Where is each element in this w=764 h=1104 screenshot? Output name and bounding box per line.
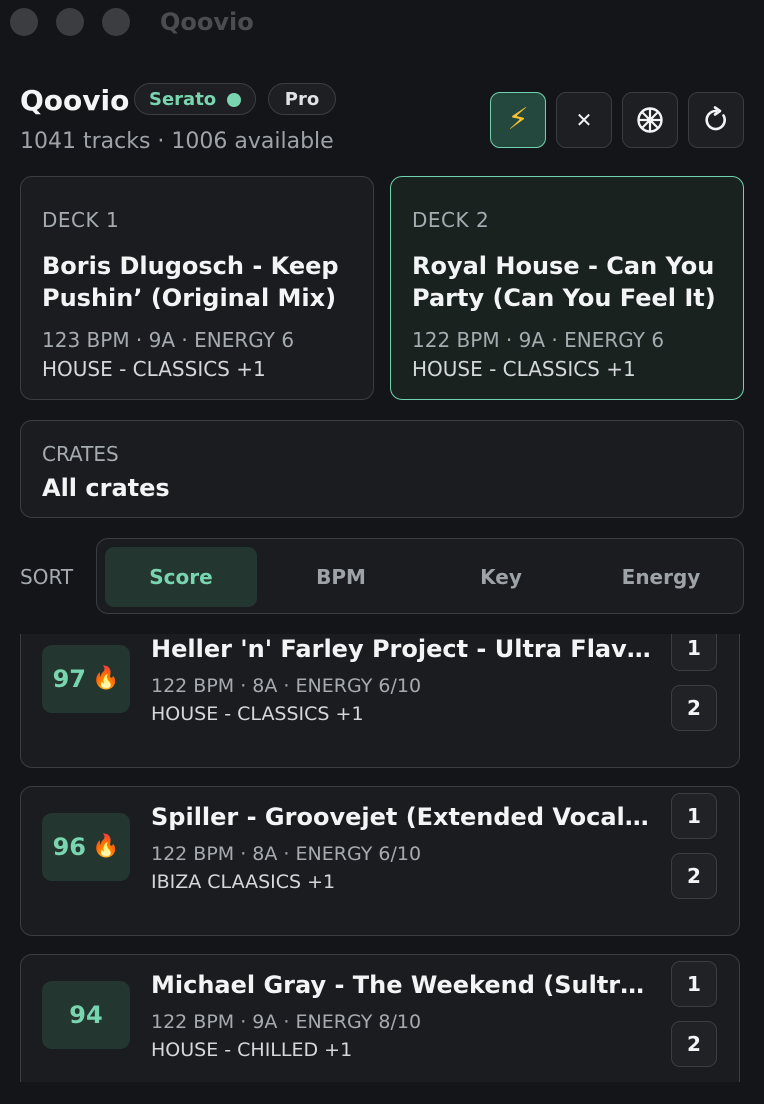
serato-status-badge[interactable]: Serato [134,83,256,115]
fire-icon: 🔥 [92,666,120,691]
track-title: Heller 'n' Farley Project - Ultra Flava … [151,635,651,663]
close-icon: ✕ [575,108,593,132]
track-crates: IBIZA CLAASICS +1 [151,871,336,893]
track-meta: 122 BPM · 8A · ENERGY 6/10 [151,675,422,697]
fire-icon: 🔥 [92,834,120,859]
sort-segmented-control: Score BPM Key Energy [96,538,744,614]
refresh-icon [705,106,726,131]
lightning-icon: ⚡ [507,102,529,137]
minimize-window-button[interactable] [56,8,84,36]
deck-track-meta: 122 BPM · 9A · ENERGY 6 [412,328,665,352]
sort-tab-energy[interactable]: Energy [585,547,737,607]
deck-1-card[interactable]: DECK 1 Boris Dlugosch - Keep Pushin’ (Or… [20,176,374,400]
match-score: 97 [52,665,86,693]
crates-label: CRATES [42,442,119,466]
window-title: Qoovio [160,8,254,36]
load-deck-2-button[interactable]: 2 [671,853,717,899]
refresh-button[interactable] [688,92,744,148]
wheel-button[interactable] [622,92,678,148]
load-deck-1-button[interactable]: 1 [671,634,717,671]
track-crates: HOUSE - CLASSICS +1 [151,703,364,725]
track-results-list[interactable]: 97 🔥 Heller 'n' Farley Project - Ultra F… [0,634,764,1082]
match-score-badge: 96 🔥 [42,813,130,881]
load-deck-2-button[interactable]: 2 [671,1021,717,1067]
library-summary: 1041 tracks · 1006 available [20,129,334,154]
connection-status-dot [227,93,241,107]
track-card[interactable]: 96 🔥 Spiller - Groovejet (Extended Vocal… [20,786,740,936]
clear-button[interactable]: ✕ [556,92,612,148]
crates-value: All crates [42,474,170,502]
track-title: Michael Gray - The Weekend (Sultra ... [151,971,651,999]
app-name: Qoovio [20,84,130,117]
crates-selector[interactable]: CRATES All crates [20,420,744,518]
match-score: 94 [69,1001,103,1029]
close-window-button[interactable] [10,8,38,36]
deck-label: DECK 1 [42,208,120,232]
track-card[interactable]: 97 🔥 Heller 'n' Farley Project - Ultra F… [20,634,740,768]
deck-label: DECK 2 [412,208,490,232]
deck-track-crates: HOUSE - CLASSICS +1 [42,357,266,381]
serato-badge-label: Serato [149,89,217,110]
deck-track-title: Boris Dlugosch - Keep Pushin’ (Original … [42,252,339,312]
match-score-badge: 94 [42,981,130,1049]
wheel-icon [637,107,663,133]
pro-badge: Pro [268,83,336,115]
track-crates: HOUSE - CHILLED +1 [151,1039,353,1061]
deck-2-card[interactable]: DECK 2 Royal House - Can You Party (Can … [390,176,744,400]
deck-track-crates: HOUSE - CLASSICS +1 [412,357,636,381]
track-card[interactable]: 94 Michael Gray - The Weekend (Sultra ..… [20,954,740,1082]
zoom-window-button[interactable] [102,8,130,36]
match-score-badge: 97 🔥 [42,645,130,713]
deck-track-meta: 123 BPM · 9A · ENERGY 6 [42,328,295,352]
load-deck-1-button[interactable]: 1 [671,961,717,1007]
deck-track-title: Royal House - Can You Party (Can You Fee… [412,252,716,312]
load-deck-2-button[interactable]: 2 [671,685,717,731]
sort-tab-key[interactable]: Key [425,547,577,607]
sort-tab-bpm[interactable]: BPM [265,547,417,607]
track-meta: 122 BPM · 9A · ENERGY 8/10 [151,1011,422,1033]
app-window: Qoovio Qoovio Serato Pro 1041 tracks · 1… [0,0,764,1104]
boost-button[interactable]: ⚡ [490,92,546,148]
load-deck-1-button[interactable]: 1 [671,793,717,839]
track-meta: 122 BPM · 8A · ENERGY 6/10 [151,843,422,865]
match-score: 96 [52,833,86,861]
track-title: Spiller - Groovejet (Extended Vocal ... [151,803,651,831]
title-bar: Qoovio [0,0,764,48]
sort-tab-score[interactable]: Score [105,547,257,607]
sort-label: SORT [20,565,74,589]
